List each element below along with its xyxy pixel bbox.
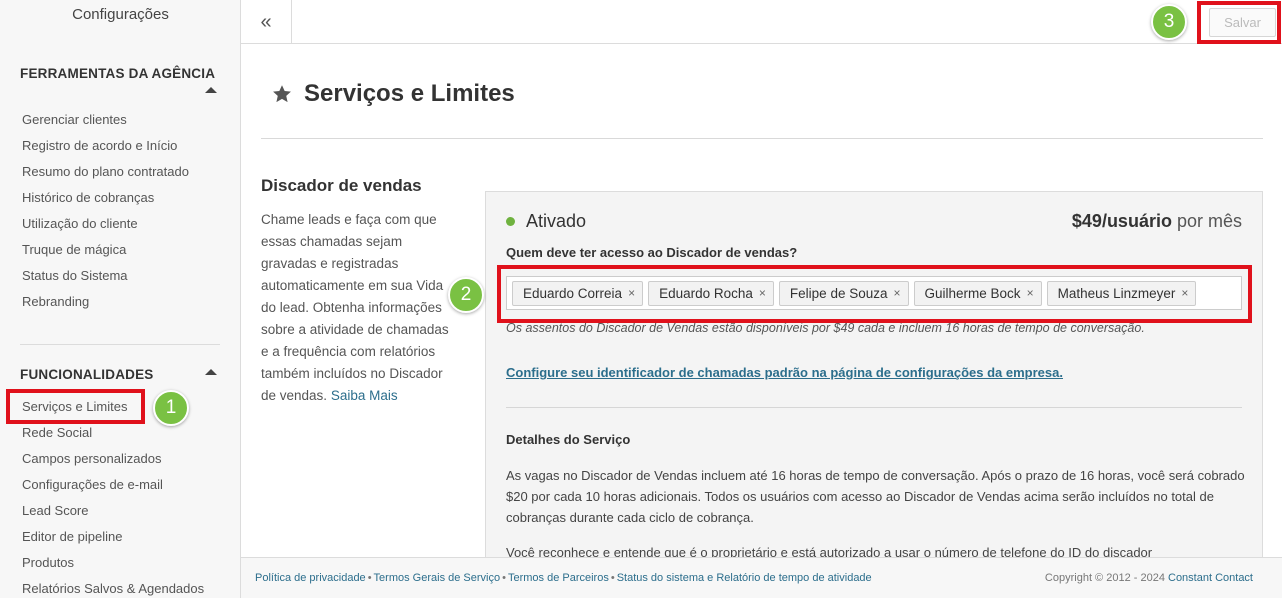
- highlight-user-access: [497, 265, 1252, 323]
- footer-link-privacy[interactable]: Política de privacidade: [255, 572, 366, 584]
- brand-link[interactable]: Constant Contact: [1168, 572, 1253, 584]
- sidebar-item-lead-score[interactable]: Lead Score: [22, 498, 204, 524]
- sidebar-item-pipeline-editor[interactable]: Editor de pipeline: [22, 524, 204, 550]
- section-heading-features[interactable]: FUNCIONALIDADES: [20, 367, 154, 382]
- copyright-text: Copyright © 2012 - 2024: [1044, 572, 1165, 584]
- card-divider: [506, 407, 1242, 408]
- step-badge-3: 3: [1151, 4, 1187, 40]
- sidebar-item-email-settings[interactable]: Configurações de e-mail: [22, 472, 204, 498]
- footer-link-system-status[interactable]: Status do sistema e Relatório de tempo d…: [617, 572, 872, 584]
- page-title: Serviços e Limites: [304, 80, 515, 107]
- footer-link-terms[interactable]: Termos Gerais de Serviço: [374, 572, 501, 584]
- sidebar-item-products[interactable]: Produtos: [22, 550, 204, 576]
- title-divider: [261, 138, 1263, 139]
- status-dot-icon: [506, 217, 515, 226]
- sidebar-divider: [20, 344, 220, 345]
- sidebar-item-agreement-registry[interactable]: Registro de acordo e Início: [22, 133, 189, 159]
- sidebar-item-custom-fields[interactable]: Campos personalizados: [22, 446, 204, 472]
- footer-links: Política de privacidade • Termos Gerais de…: [255, 572, 872, 584]
- footer-separator: •: [502, 572, 506, 584]
- collapse-caret-icon[interactable]: [205, 87, 217, 93]
- price-label: $49/usuário por mês: [1072, 211, 1242, 232]
- star-icon: [273, 85, 291, 103]
- sidebar-item-rebranding[interactable]: Rebranding: [22, 289, 189, 315]
- footer-link-partner-terms[interactable]: Termos de Parceiros: [508, 572, 609, 584]
- step-badge-1: 1: [153, 390, 189, 426]
- sidebar-item-magic-trick[interactable]: Truque de mágica: [22, 237, 189, 263]
- highlight-save-button: [1197, 1, 1281, 44]
- sidebar-title: Configurações: [72, 6, 169, 23]
- service-details-text: As vagas no Discador de Vendas incluem a…: [506, 468, 1245, 525]
- sidebar: Configurações FERRAMENTAS DA AGÊNCIA Ger…: [0, 0, 241, 598]
- double-chevron-left-icon: «: [260, 10, 272, 33]
- sales-dialer-card: Ativado $49/usuário por mês Quem deve te…: [485, 191, 1263, 598]
- feature-description: Chame leads e faça com que essas chamada…: [261, 209, 456, 407]
- sidebar-item-system-status[interactable]: Status do Sistema: [22, 263, 189, 289]
- step-badge-2: 2: [448, 277, 484, 313]
- nav-list-agency-tools: Gerenciar clientes Registro de acordo e …: [22, 107, 189, 315]
- footer-separator: •: [367, 572, 372, 584]
- page-header: Serviços e Limites: [272, 80, 515, 108]
- status-label: Ativado: [526, 211, 587, 231]
- section-heading-agency-tools[interactable]: FERRAMENTAS DA AGÊNCIA: [20, 66, 215, 81]
- learn-more-link[interactable]: Saiba Mais: [331, 388, 398, 403]
- sidebar-item-saved-reports[interactable]: Relatórios Salvos & Agendados: [22, 576, 204, 598]
- sidebar-item-billing-history[interactable]: Histórico de cobranças: [22, 185, 189, 211]
- service-details-title: Detalhes do Serviço: [506, 432, 631, 447]
- highlight-services-limits: [6, 389, 145, 424]
- price-period: por mês: [1176, 211, 1242, 231]
- footer-separator: •: [610, 572, 615, 584]
- sidebar-item-plan-summary[interactable]: Resumo do plano contratado: [22, 159, 189, 185]
- price-amount: $49/usuário: [1071, 211, 1172, 231]
- sidebar-item-manage-clients[interactable]: Gerenciar clientes: [22, 107, 189, 133]
- sidebar-item-client-usage[interactable]: Utilização do cliente: [22, 211, 189, 237]
- feature-name: Discador de vendas: [261, 176, 422, 195]
- collapse-sidebar-button[interactable]: «: [241, 0, 292, 44]
- seat-pricing-note: Os assentos do Discador de Vendas estão …: [506, 321, 1145, 335]
- feature-description-text: Chame leads e faça com que essas chamada…: [261, 212, 449, 403]
- top-bar: « Salvar: [241, 0, 1282, 44]
- status-row: Ativado: [506, 211, 586, 232]
- access-question-label: Quem deve ter acesso ao Discador de vend…: [506, 245, 798, 260]
- footer: Política de privacidade • Termos Gerais de…: [241, 557, 1282, 598]
- caller-id-config-link[interactable]: Configure seu identificador de chamadas …: [506, 365, 1063, 380]
- collapse-caret-icon[interactable]: [205, 369, 217, 375]
- copyright: Copyright © 2012 - 2024 Constant Contact: [1045, 572, 1253, 584]
